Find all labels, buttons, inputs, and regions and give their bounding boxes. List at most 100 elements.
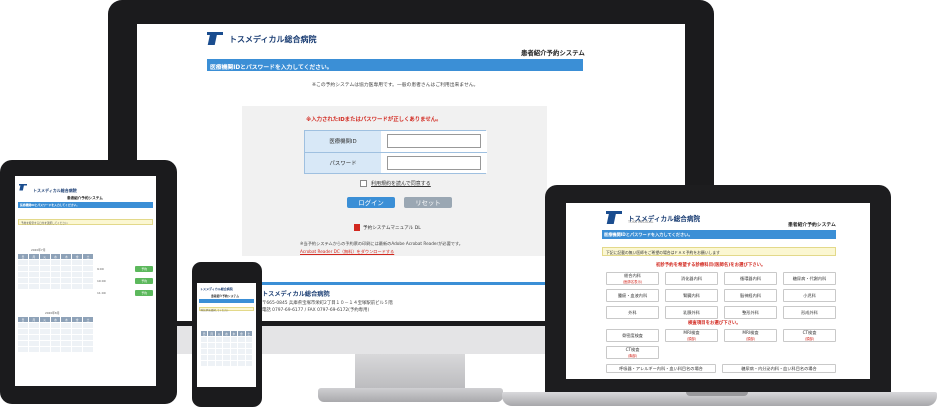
calendar-cell[interactable] <box>39 260 50 265</box>
acrobat-download-link[interactable]: Acrobat Reader DC（無料）をダウンロードする <box>300 249 394 255</box>
calendar-cell[interactable] <box>28 272 39 277</box>
calendar-cell[interactable] <box>208 337 215 342</box>
calendar-cell[interactable] <box>223 361 230 366</box>
calendar-cell[interactable] <box>238 337 245 342</box>
calendar-cell[interactable] <box>208 343 215 348</box>
calendar-cell[interactable] <box>50 284 61 289</box>
calendar-cell[interactable] <box>28 284 39 289</box>
calendar-cell[interactable] <box>18 260 28 265</box>
calendar-cell[interactable] <box>18 272 28 277</box>
calendar-cell[interactable] <box>238 349 245 354</box>
reserve-slot-button[interactable]: 予約 <box>135 277 153 284</box>
calendar-cell[interactable] <box>18 284 28 289</box>
calendar-cell[interactable] <box>39 284 50 289</box>
calendar-cell[interactable] <box>18 323 28 328</box>
calendar-cell[interactable] <box>238 361 245 366</box>
calendar-cell[interactable] <box>50 278 61 283</box>
calendar-cell[interactable] <box>72 323 83 328</box>
exam-button[interactable]: MRI検査 (頭部) <box>724 329 777 342</box>
calendar-cell[interactable] <box>18 335 28 340</box>
calendar-cell[interactable] <box>28 260 39 265</box>
calendar-cell[interactable] <box>223 355 230 360</box>
exam-button[interactable]: CT検査 (頭部) <box>783 329 836 342</box>
calendar-cell[interactable] <box>83 272 93 277</box>
calendar-cell[interactable] <box>28 323 39 328</box>
calendar-cell[interactable] <box>215 349 223 354</box>
calendar-cell[interactable] <box>72 278 83 283</box>
calendar-cell[interactable] <box>50 347 61 352</box>
bottom-right-option[interactable]: 糖尿病・内分泌内科・血い科目名の場合 <box>722 364 836 373</box>
calendar-cell[interactable] <box>223 349 230 354</box>
calendar-cell[interactable] <box>50 272 61 277</box>
calendar-cell[interactable] <box>238 343 245 348</box>
calendar-cell[interactable] <box>72 335 83 340</box>
department-button[interactable]: 腎臓内科 <box>665 289 718 302</box>
department-button[interactable]: 小児科 <box>783 289 836 302</box>
manual-download[interactable]: 予約システムマニュアル DL <box>354 224 421 231</box>
reset-button[interactable]: リセット <box>404 197 452 208</box>
calendar-cell[interactable] <box>83 341 93 346</box>
terms-checkbox[interactable] <box>360 180 367 187</box>
department-button[interactable]: 循環器内科 <box>724 272 777 285</box>
calendar-cell[interactable] <box>72 341 83 346</box>
calendar-cell[interactable] <box>28 278 39 283</box>
terms-link[interactable]: 利用規約を読んで同意する <box>371 180 431 187</box>
calendar-cell[interactable] <box>28 266 39 271</box>
calendar-cell[interactable] <box>230 337 238 342</box>
calendar-cell[interactable] <box>18 278 28 283</box>
department-button[interactable]: 外科 <box>606 306 659 319</box>
calendar-cell[interactable] <box>83 284 93 289</box>
calendar-cell[interactable] <box>230 343 238 348</box>
calendar-cell[interactable] <box>61 341 72 346</box>
calendar-cell[interactable] <box>61 347 72 352</box>
calendar-cell[interactable] <box>61 284 72 289</box>
calendar-cell[interactable] <box>83 335 93 340</box>
calendar-cell[interactable] <box>72 329 83 334</box>
exam-button[interactable]: 骨密度検査 <box>606 329 659 342</box>
department-button[interactable]: 糖尿病・代謝内科 <box>783 272 836 285</box>
calendar-cell[interactable] <box>18 347 28 352</box>
calendar-cell[interactable] <box>61 272 72 277</box>
calendar-cell[interactable] <box>39 341 50 346</box>
login-button[interactable]: ログイン <box>347 197 395 208</box>
department-button[interactable]: 腫瘍・血液内科 <box>606 289 659 302</box>
calendar-cell[interactable] <box>201 355 208 360</box>
calendar-cell[interactable] <box>215 343 223 348</box>
calendar-cell[interactable] <box>39 335 50 340</box>
department-button[interactable]: 総合内科 (医師名表示) <box>606 272 659 285</box>
calendar-cell[interactable] <box>223 343 230 348</box>
calendar-cell[interactable] <box>208 355 215 360</box>
bottom-left-option[interactable]: 呼吸器・アレルギー内科・血い科目名の場合 <box>606 364 716 373</box>
exam-button[interactable]: MRI検査 (頭部) <box>665 329 718 342</box>
calendar-cell[interactable] <box>245 343 252 348</box>
calendar-cell[interactable] <box>83 323 93 328</box>
exam-button[interactable]: CT検査 (胸部) <box>606 346 659 359</box>
calendar-cell[interactable] <box>238 355 245 360</box>
reserve-slot-button[interactable]: 予約 <box>135 265 153 272</box>
reserve-slot-button[interactable]: 予約 <box>135 289 153 296</box>
calendar-cell[interactable] <box>72 266 83 271</box>
calendar-cell[interactable] <box>61 329 72 334</box>
calendar-cell[interactable] <box>50 335 61 340</box>
calendar-cell[interactable] <box>18 341 28 346</box>
calendar-cell[interactable] <box>201 343 208 348</box>
calendar-cell[interactable] <box>215 355 223 360</box>
calendar-cell[interactable] <box>39 278 50 283</box>
calendar-cell[interactable] <box>18 266 28 271</box>
calendar-cell[interactable] <box>50 260 61 265</box>
calendar-cell[interactable] <box>201 361 208 366</box>
password-input[interactable] <box>387 155 481 170</box>
calendar-cell[interactable] <box>61 323 72 328</box>
calendar-cell[interactable] <box>245 349 252 354</box>
calendar-cell[interactable] <box>245 337 252 342</box>
calendar-cell[interactable] <box>50 341 61 346</box>
calendar-cell[interactable] <box>223 337 230 342</box>
department-button[interactable]: 乳腺外科 <box>665 306 718 319</box>
department-button[interactable]: 形成外科 <box>783 306 836 319</box>
calendar-cell[interactable] <box>201 349 208 354</box>
calendar-cell[interactable] <box>61 335 72 340</box>
calendar-cell[interactable] <box>61 278 72 283</box>
calendar-cell[interactable] <box>61 266 72 271</box>
calendar-cell[interactable] <box>72 284 83 289</box>
calendar-cell[interactable] <box>83 278 93 283</box>
